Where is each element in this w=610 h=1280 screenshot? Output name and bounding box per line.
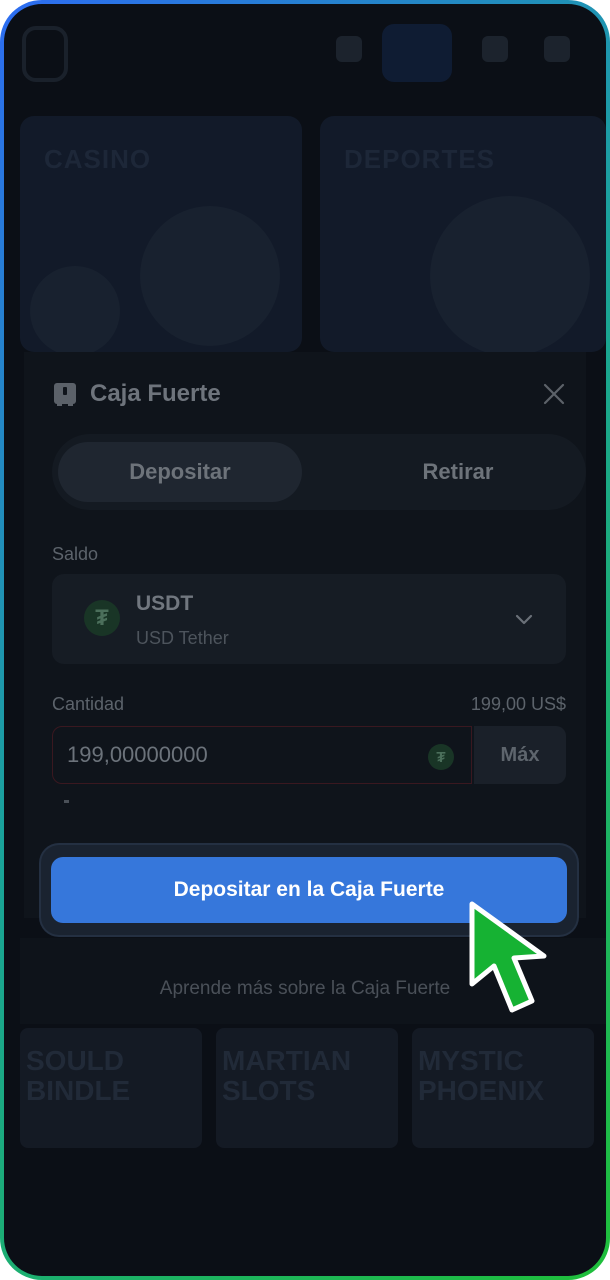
sports-banner: DEPORTES [320, 116, 606, 352]
currency-code: USDT [136, 592, 194, 615]
notification-icon [544, 36, 570, 62]
tab-depositar[interactable]: Depositar [58, 442, 302, 502]
close-button[interactable] [536, 376, 572, 412]
amount-label: Cantidad [52, 694, 125, 714]
user-icon [482, 36, 508, 62]
tether-icon: ₮ [84, 600, 120, 636]
close-icon [543, 383, 565, 405]
divider [64, 800, 69, 803]
pointer-cursor-icon [469, 901, 547, 1013]
balance-label: Saldo [52, 544, 99, 564]
modal-title: Caja Fuerte [90, 380, 221, 407]
casino-banner: CASINO [20, 116, 302, 352]
search-icon [336, 36, 362, 62]
chevron-down-icon [515, 614, 533, 625]
screen: CASINO DEPORTES SOULD BINDLE MARTIAN SLOTS… [4, 4, 606, 1276]
game-thumbnail: SOULD BINDLE [20, 1028, 202, 1148]
currency-select[interactable]: ₮ USDT USD Tether [52, 574, 566, 664]
vault-modal: Caja Fuerte Depositar Retirar Saldo ₮ US… [24, 352, 586, 918]
vault-icon [54, 383, 76, 406]
max-button[interactable]: Máx [474, 726, 566, 784]
game-thumbnail: MYSTIC PHOENIX [412, 1028, 594, 1148]
amount-row: ₮ Máx [52, 726, 566, 786]
tab-bar: Depositar Retirar [52, 434, 586, 510]
logo [22, 26, 68, 82]
device-frame: CASINO DEPORTES SOULD BINDLE MARTIAN SLOTS… [0, 0, 610, 1280]
modal-header: Caja Fuerte [52, 376, 221, 412]
casino-banner-title: CASINO [44, 144, 152, 174]
amount-fiat-value: 199,00 US$ [470, 694, 566, 714]
tab-retirar[interactable]: Retirar [336, 442, 580, 502]
banner-art [430, 196, 590, 352]
banner-art [30, 266, 120, 352]
top-bar [4, 4, 606, 94]
game-thumbnail: MARTIAN SLOTS [216, 1028, 398, 1148]
sports-banner-title: DEPORTES [344, 144, 496, 174]
tether-icon: ₮ [428, 744, 454, 770]
amount-input[interactable] [52, 726, 472, 784]
banner-art [140, 206, 280, 346]
currency-name: USD Tether [136, 628, 229, 648]
wallet-button [382, 24, 452, 82]
